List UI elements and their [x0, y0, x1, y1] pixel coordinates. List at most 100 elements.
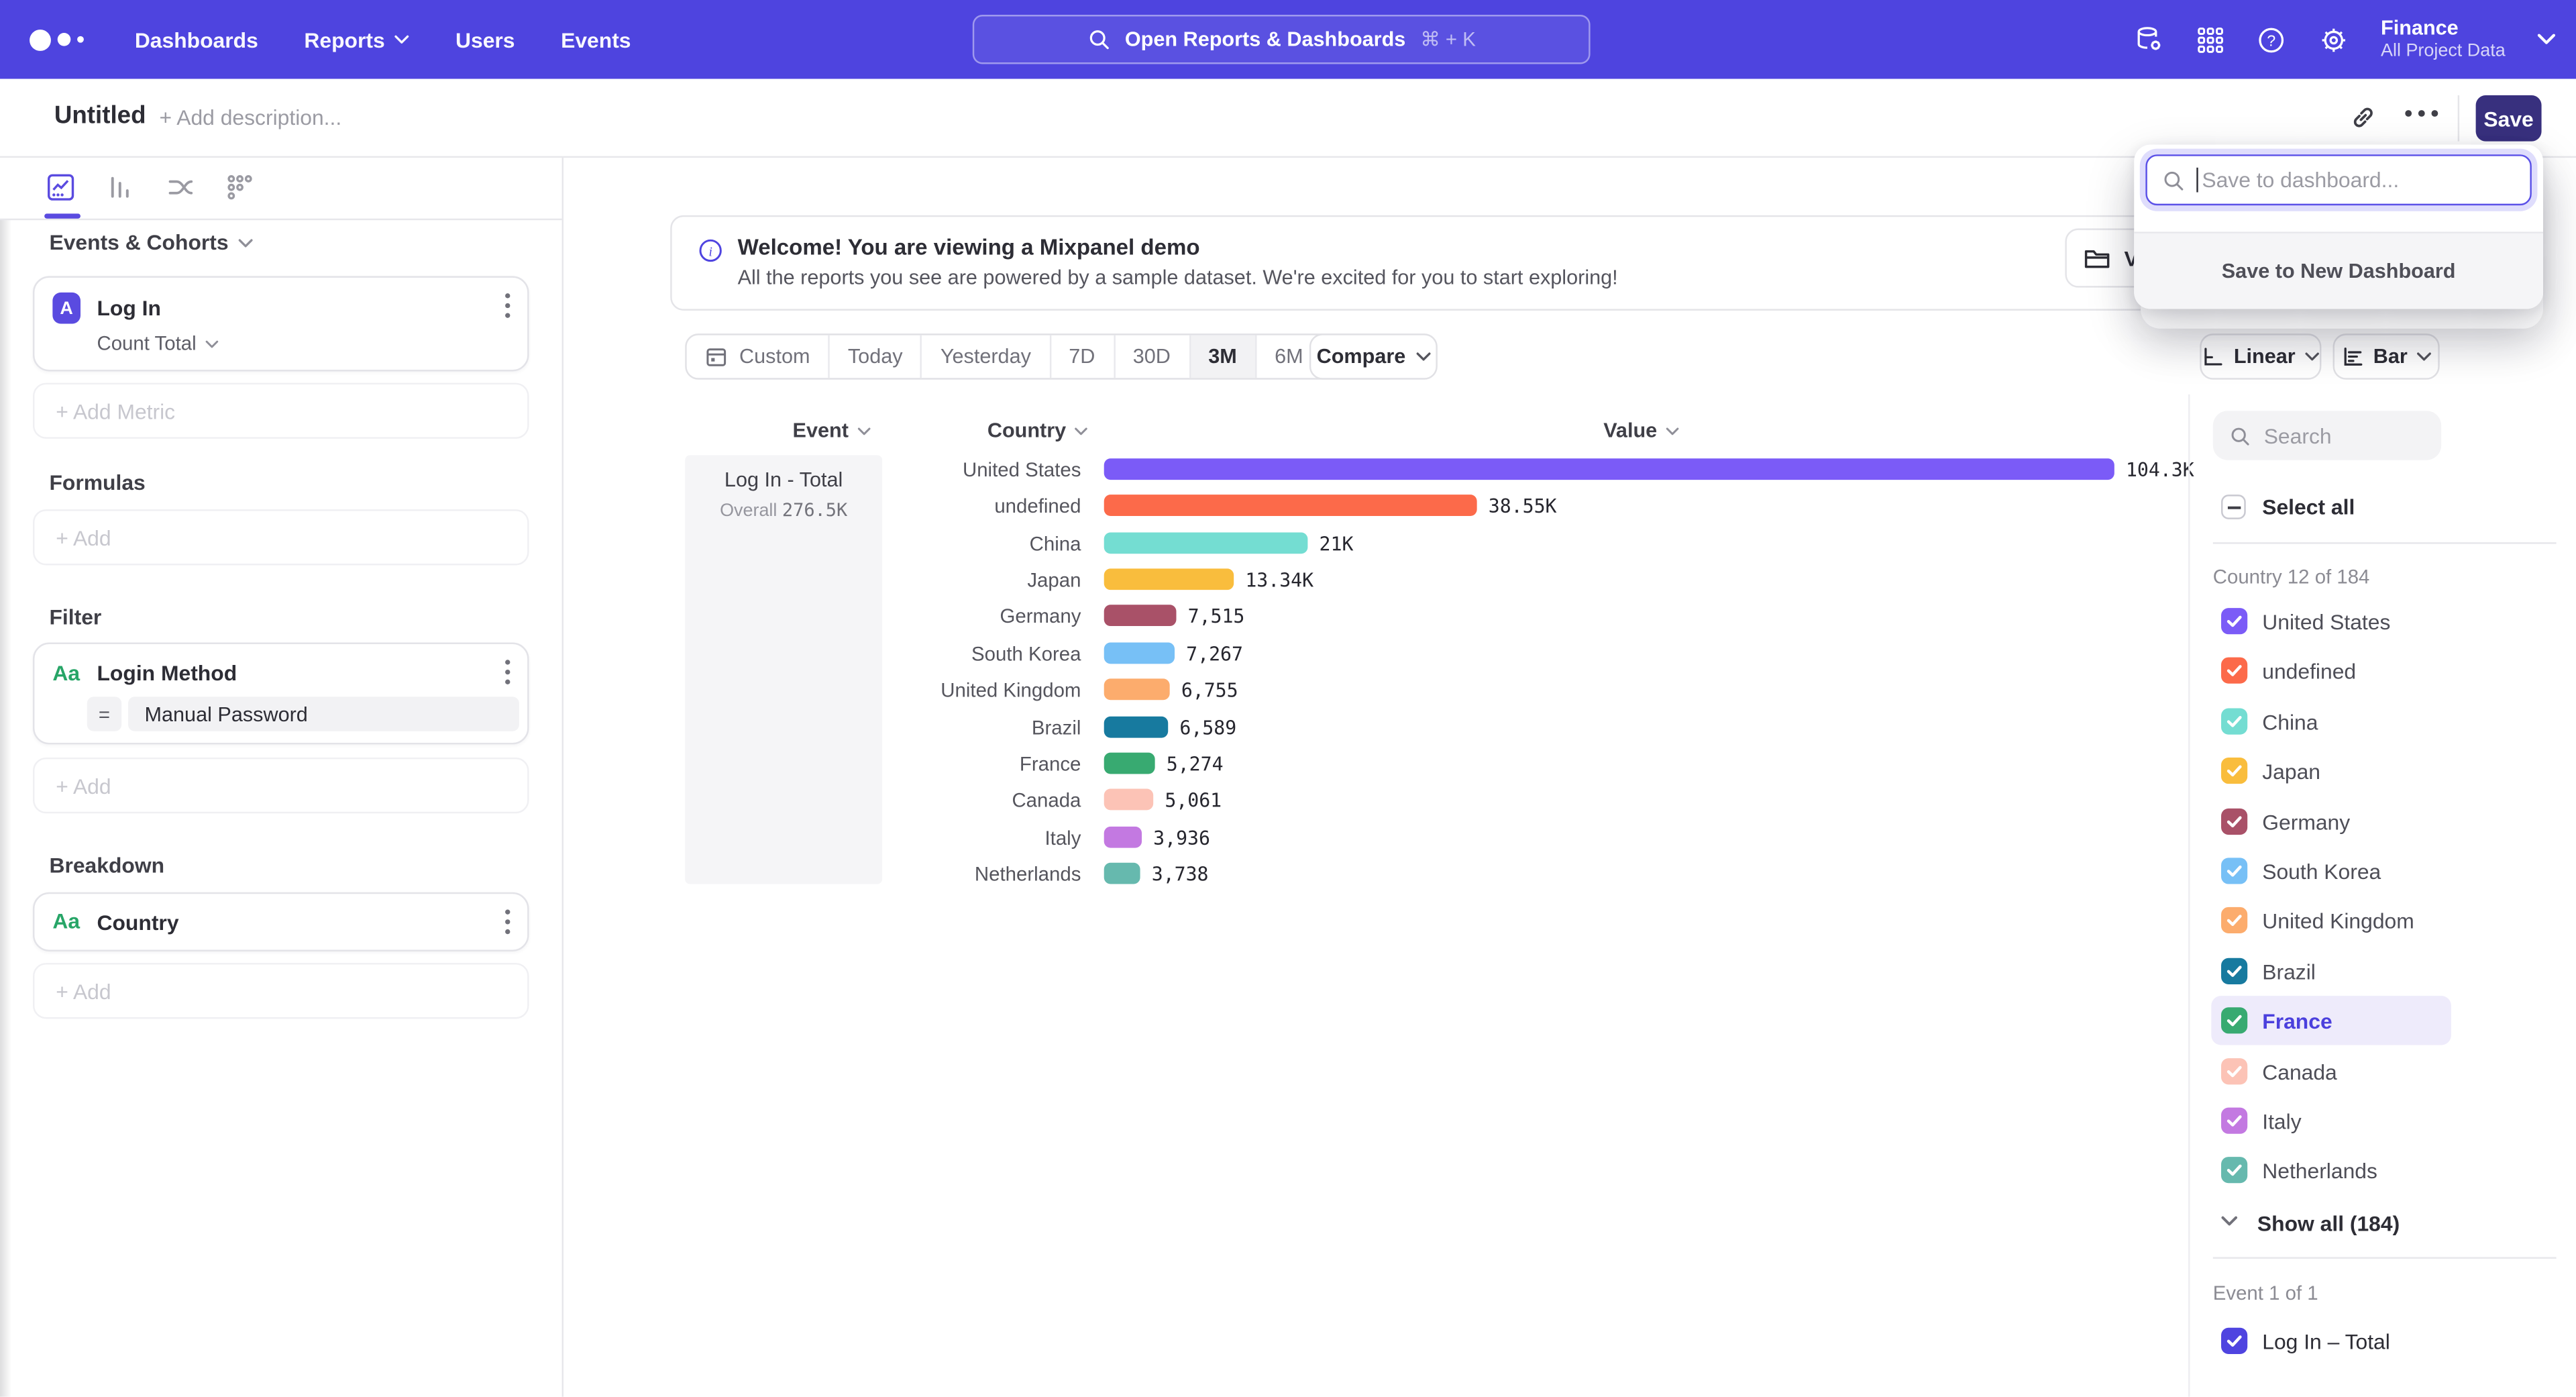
country-legend-label[interactable]: France — [2262, 1009, 2332, 1034]
range-today[interactable]: Today — [830, 335, 922, 378]
bar-japan[interactable] — [1104, 568, 1234, 590]
tab-retention-icon[interactable] — [225, 172, 255, 202]
save-to-new-dashboard-button[interactable]: Save to New Dashboard — [2134, 231, 2543, 309]
compare-dropdown[interactable]: Compare — [1309, 333, 1438, 380]
events-cohorts-header[interactable]: Events & Cohorts — [49, 230, 253, 255]
bar-category-label: Japan — [657, 570, 1081, 592]
filter-operator-dropdown[interactable]: = — [87, 696, 121, 731]
country-legend-label[interactable]: Netherlands — [2262, 1159, 2377, 1184]
project-switcher[interactable]: Finance All Project Data — [2381, 16, 2506, 62]
data-management-icon[interactable] — [2135, 24, 2166, 56]
panel-divider — [2213, 542, 2557, 544]
add-filter-button[interactable]: + Add — [33, 758, 529, 813]
range-3m[interactable]: 3M — [1190, 335, 1256, 378]
add-metric-button[interactable]: + Add Metric — [33, 383, 529, 439]
select-all-checkbox[interactable] — [2221, 495, 2246, 519]
country-checkbox-united-states[interactable] — [2221, 608, 2247, 634]
chart-type-dropdown[interactable]: Bar — [2333, 333, 2440, 380]
country-legend-label[interactable]: Brazil — [2262, 960, 2316, 984]
mixpanel-logo-icon[interactable] — [30, 29, 99, 50]
kebab-menu-icon[interactable] — [504, 909, 511, 935]
country-legend-label[interactable]: Italy — [2262, 1109, 2301, 1134]
chevron-down-icon[interactable] — [2221, 1216, 2237, 1226]
metric-event-name[interactable]: Log In — [97, 296, 161, 321]
add-description-field[interactable]: + Add description... — [160, 105, 342, 130]
segment-search-input[interactable]: Search — [2213, 411, 2441, 460]
bar-france[interactable] — [1104, 753, 1155, 774]
show-all-button[interactable]: Show all (184) — [2257, 1211, 2400, 1236]
kebab-menu-icon[interactable] — [504, 659, 511, 685]
breakdown-property-name[interactable]: Country — [97, 911, 178, 935]
event-series-cell[interactable]: Log In - Total Overall 276.5K — [685, 455, 882, 884]
country-legend-label[interactable]: undefined — [2262, 659, 2356, 684]
country-checkbox-china[interactable] — [2221, 709, 2247, 735]
bar-canada[interactable] — [1104, 789, 1153, 811]
country-checkbox-netherlands[interactable] — [2221, 1157, 2247, 1183]
global-search-button[interactable]: Open Reports & Dashboards ⌘ + K — [973, 15, 1591, 64]
bar-undefined[interactable] — [1104, 495, 1477, 516]
nav-item-dashboards[interactable]: Dashboards — [135, 27, 258, 52]
country-checkbox-france[interactable] — [2221, 1007, 2247, 1033]
range-yesterday[interactable]: Yesterday — [922, 335, 1051, 378]
chevron-down-icon[interactable] — [2536, 33, 2556, 46]
bar-united-states[interactable] — [1104, 458, 2114, 480]
metric-aggregation-dropdown[interactable]: Count Total — [97, 332, 217, 355]
column-header-event[interactable]: Event — [749, 419, 914, 442]
nav-item-users[interactable]: Users — [455, 27, 515, 52]
bar-south-korea[interactable] — [1104, 643, 1175, 664]
country-legend-label[interactable]: Japan — [2262, 759, 2320, 784]
column-header-country[interactable]: Country — [987, 419, 1087, 442]
metric-card-log-in[interactable]: A Log In Count Total — [33, 276, 529, 371]
bar-category-label: Italy — [657, 828, 1081, 849]
chart-type-label: Bar — [2373, 345, 2408, 368]
filter-card-login-method[interactable]: Aa Login Method = Manual Password — [33, 643, 529, 745]
tab-insights-icon[interactable] — [46, 172, 76, 202]
save-button[interactable]: Save — [2476, 95, 2542, 142]
nav-item-reports[interactable]: Reports — [304, 27, 409, 52]
country-checkbox-japan[interactable] — [2221, 758, 2247, 784]
country-checkbox-south-korea[interactable] — [2221, 858, 2247, 884]
report-title[interactable]: Untitled — [54, 102, 146, 130]
country-legend-label[interactable]: China — [2262, 710, 2318, 735]
filter-property-name[interactable]: Login Method — [97, 660, 237, 685]
apps-grid-icon[interactable] — [2197, 25, 2225, 54]
save-dashboard-search-input[interactable]: Save to dashboard... — [2145, 154, 2532, 205]
country-checkbox-united-kingdom[interactable] — [2221, 907, 2247, 933]
bar-italy[interactable] — [1104, 827, 1142, 848]
bar-brazil[interactable] — [1104, 717, 1169, 738]
bar-china[interactable] — [1104, 532, 1308, 554]
country-legend-label[interactable]: Canada — [2262, 1060, 2337, 1085]
country-legend-label[interactable]: United Kingdom — [2262, 909, 2414, 933]
country-legend-label[interactable]: United States — [2262, 610, 2390, 635]
help-icon[interactable]: ? — [2256, 24, 2288, 56]
add-formula-button[interactable]: + Add — [33, 509, 529, 565]
more-options-icon[interactable] — [2404, 109, 2440, 119]
breakdown-card-country[interactable]: Aa Country — [33, 892, 529, 951]
select-all-label[interactable]: Select all — [2262, 495, 2355, 519]
bar-united-kingdom[interactable] — [1104, 678, 1170, 700]
bar-germany[interactable] — [1104, 605, 1177, 626]
country-checkbox-italy[interactable] — [2221, 1108, 2247, 1134]
kebab-menu-icon[interactable] — [504, 293, 511, 319]
range-30d[interactable]: 30D — [1115, 335, 1191, 378]
add-breakdown-button[interactable]: + Add — [33, 963, 529, 1019]
event-legend-checkbox[interactable] — [2221, 1328, 2247, 1354]
tab-flows-icon[interactable] — [166, 172, 195, 202]
settings-gear-icon[interactable] — [2318, 24, 2350, 56]
scale-dropdown[interactable]: Linear — [2200, 333, 2321, 380]
range-7d[interactable]: 7D — [1051, 335, 1114, 378]
filter-value-dropdown[interactable]: Manual Password — [128, 696, 519, 731]
column-header-value[interactable]: Value — [1603, 419, 1678, 442]
country-checkbox-undefined[interactable] — [2221, 658, 2247, 684]
tab-funnels-icon[interactable] — [105, 172, 135, 202]
nav-item-events[interactable]: Events — [561, 27, 631, 52]
range-custom[interactable]: Custom — [687, 335, 830, 378]
copy-link-icon[interactable] — [2349, 103, 2377, 132]
country-legend-label[interactable]: Germany — [2262, 810, 2350, 835]
bar-netherlands[interactable] — [1104, 863, 1140, 884]
country-legend-label[interactable]: South Korea — [2262, 860, 2381, 884]
country-checkbox-canada[interactable] — [2221, 1058, 2247, 1084]
event-legend-label[interactable]: Log In – Total — [2262, 1329, 2390, 1354]
country-checkbox-brazil[interactable] — [2221, 958, 2247, 984]
country-checkbox-germany[interactable] — [2221, 809, 2247, 835]
